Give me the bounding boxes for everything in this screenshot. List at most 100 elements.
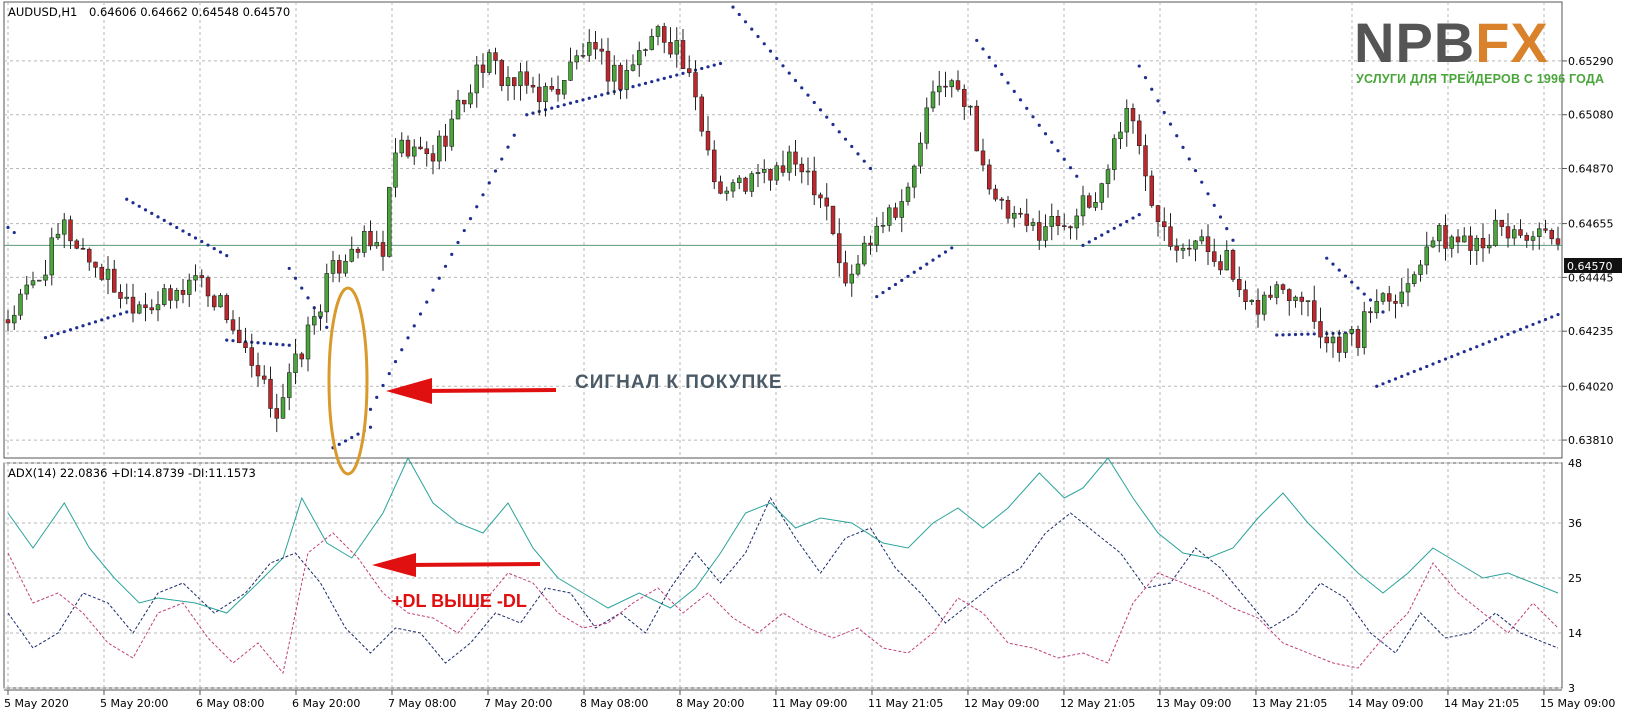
bear-candle <box>974 100 979 152</box>
sar-dot <box>1375 384 1379 388</box>
sar-dot <box>6 225 10 230</box>
sar-dot <box>225 338 229 342</box>
sar-dot <box>856 152 860 156</box>
sar-dot <box>225 254 229 258</box>
sar-dot <box>1425 364 1429 369</box>
sar-dot <box>1043 132 1048 136</box>
sar-dot <box>1137 213 1141 217</box>
x-tick-label: 14 May 21:05 <box>1444 697 1519 710</box>
sar-dot <box>1556 312 1560 317</box>
sar-dot <box>175 225 179 230</box>
x-tick-label: 6 May 20:00 <box>292 697 360 710</box>
sar-dot <box>231 339 235 343</box>
x-tick-label: 11 May 21:05 <box>868 697 943 710</box>
sar-dot <box>50 334 54 338</box>
chart-canvas: 0.63810 0.64020 0.64235 0.64445 0.64655 0.648… <box>0 0 1627 717</box>
sar-dot <box>62 330 66 334</box>
sar-dot <box>281 343 285 347</box>
sar-dot <box>1512 330 1516 334</box>
sar-dot <box>81 324 85 328</box>
sar-dot <box>1387 379 1391 383</box>
sar-dot <box>412 324 416 328</box>
symbol-label: AUDUSD,H1 <box>8 5 77 19</box>
sar-dot <box>1200 180 1204 184</box>
sar-dot <box>850 144 854 149</box>
sar-dot <box>375 395 379 400</box>
sar-dot <box>293 276 298 280</box>
sar-dot <box>668 75 673 79</box>
y-tick-label: 48 <box>1568 457 1582 470</box>
sar-dot <box>993 64 998 68</box>
sar-dot <box>1312 332 1316 336</box>
sar-dot <box>387 371 391 376</box>
sar-dot <box>1050 140 1054 144</box>
sar-dot <box>1068 166 1073 170</box>
bull-candle <box>387 186 392 258</box>
bull-candle <box>218 293 223 308</box>
current-price-tag: 0.64570 <box>1564 258 1622 273</box>
sar-dot <box>1518 327 1523 331</box>
sar-dot <box>1437 359 1441 364</box>
sar-dot <box>156 215 160 219</box>
sar-dot <box>1168 122 1173 126</box>
sar-dot <box>1468 347 1473 351</box>
sar-dot <box>700 66 704 71</box>
sar-dot <box>1193 168 1198 173</box>
sar-dot <box>1212 203 1216 208</box>
sar-dot <box>187 232 191 237</box>
y-tick-label: 0.63810 <box>1568 434 1614 447</box>
sar-dot <box>1206 192 1210 196</box>
sar-dot <box>656 78 660 82</box>
sar-dot <box>1450 354 1454 359</box>
sar-dot <box>506 145 510 149</box>
sar-dot <box>1487 340 1491 344</box>
x-tick-label: 5 May 20:00 <box>100 697 168 710</box>
x-tick-label: 12 May 09:00 <box>964 697 1039 710</box>
sar-dot <box>406 336 410 340</box>
sar-dot <box>43 335 48 340</box>
sar-dot <box>1293 332 1298 337</box>
sar-dot <box>193 236 198 240</box>
sar-dot <box>1381 310 1385 314</box>
x-tick-label: 8 May 20:00 <box>676 697 744 710</box>
sar-dot <box>650 80 654 84</box>
bear-candle <box>224 293 229 324</box>
x-tick-label: 7 May 08:00 <box>388 697 456 710</box>
sar-dot <box>925 262 929 266</box>
sar-dot <box>68 328 73 332</box>
x-tick-label: 7 May 20:00 <box>484 697 552 710</box>
sar-dot <box>1350 280 1354 284</box>
sar-dot <box>1475 345 1479 349</box>
y-tick-label: 0.64235 <box>1568 325 1614 338</box>
sar-dot <box>550 106 554 110</box>
sar-dot <box>831 122 835 127</box>
sar-dot <box>200 239 204 244</box>
sar-dot <box>1231 238 1235 242</box>
sar-dot <box>100 318 104 322</box>
sar-dot <box>437 276 441 280</box>
ohlc-values: 0.64606 0.64662 0.64548 0.64570 <box>89 5 290 19</box>
sar-dot <box>1162 110 1166 115</box>
sar-dot <box>106 316 110 320</box>
sar-dot <box>1143 76 1148 80</box>
sar-dot <box>418 312 423 316</box>
sar-dot <box>425 300 429 304</box>
sar-dot <box>56 332 60 336</box>
y-tick-label: 0.64655 <box>1568 218 1614 231</box>
sar-dot <box>431 288 435 292</box>
sar-dot <box>450 252 454 256</box>
sar-dot <box>150 211 154 215</box>
sar-dot <box>800 86 804 90</box>
sar-dot <box>562 103 566 107</box>
sar-dot <box>731 5 735 9</box>
sar-dot <box>125 310 129 314</box>
sar-dot <box>843 137 848 141</box>
bull-candle <box>487 49 492 75</box>
sar-dot <box>1056 149 1060 153</box>
y-tick-label: 0.64445 <box>1568 271 1614 284</box>
sar-dot <box>887 286 891 291</box>
bull-candle <box>37 279 42 282</box>
sar-dot <box>300 286 304 290</box>
sar-dot <box>500 157 504 161</box>
sar-dot <box>93 320 98 324</box>
